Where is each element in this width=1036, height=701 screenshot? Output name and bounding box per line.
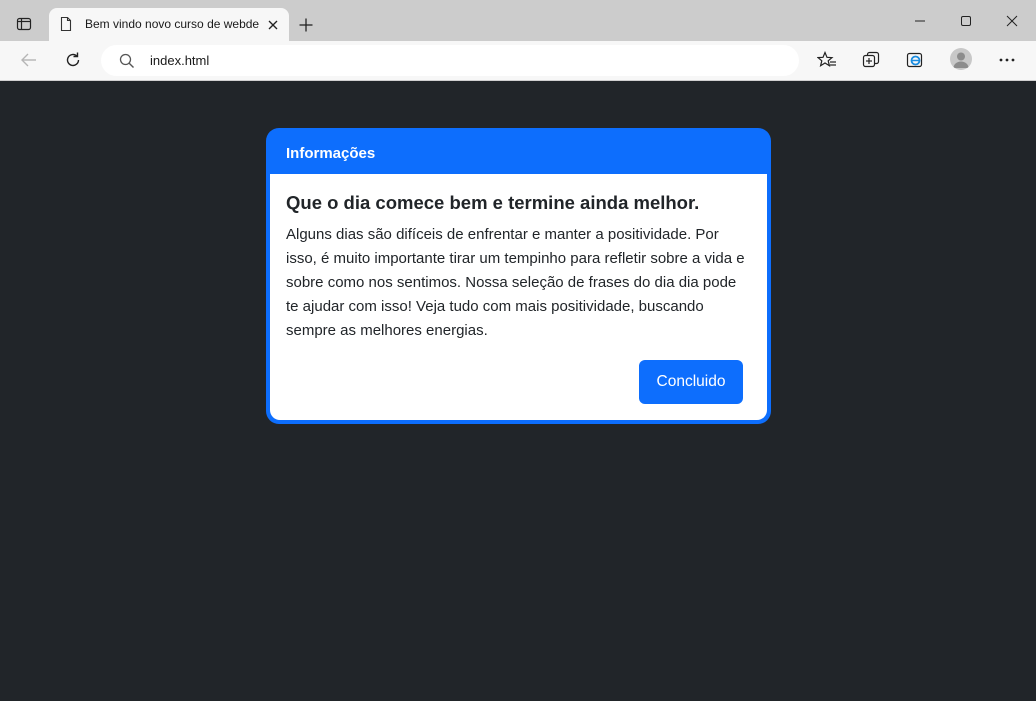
favorites-icon[interactable] [813, 46, 841, 74]
tab-title: Bem vindo novo curso de webdesign [85, 17, 259, 31]
card-header: Informações [286, 144, 376, 162]
browser-toolbar: index.html [0, 41, 1036, 81]
tab-actions-icon[interactable] [10, 10, 38, 38]
search-icon [119, 53, 135, 74]
concluido-button[interactable]: Concluido [639, 360, 743, 404]
collections-icon[interactable] [857, 46, 885, 74]
maximize-icon[interactable] [951, 6, 981, 36]
window-close-icon[interactable] [997, 6, 1027, 36]
back-arrow-icon[interactable] [15, 46, 43, 74]
card-body: Que o dia comece bem e termine ainda mel… [270, 174, 767, 420]
page-icon [59, 16, 73, 37]
info-card: Informações Que o dia comece bem e termi… [266, 128, 771, 424]
active-tab[interactable]: Bem vindo novo curso de webdesign [49, 8, 289, 41]
tab-strip: Bem vindo novo curso de webdesign [0, 0, 1036, 41]
close-icon[interactable] [263, 15, 283, 35]
refresh-icon[interactable] [59, 46, 87, 74]
edge-icon[interactable] [901, 46, 929, 74]
avatar-icon[interactable] [950, 48, 972, 70]
more-icon[interactable] [993, 46, 1021, 74]
url-text[interactable]: index.html [150, 53, 209, 68]
browser-window: Bem vindo novo curso de webdesign [0, 0, 1036, 701]
minimize-icon[interactable] [905, 6, 935, 36]
card-title: Que o dia comece bem e termine ainda mel… [286, 192, 700, 213]
plus-icon[interactable] [294, 13, 318, 37]
card-text: Alguns dias são difíceis de enfrentar e … [286, 226, 745, 339]
address-bar[interactable]: index.html [101, 45, 799, 76]
